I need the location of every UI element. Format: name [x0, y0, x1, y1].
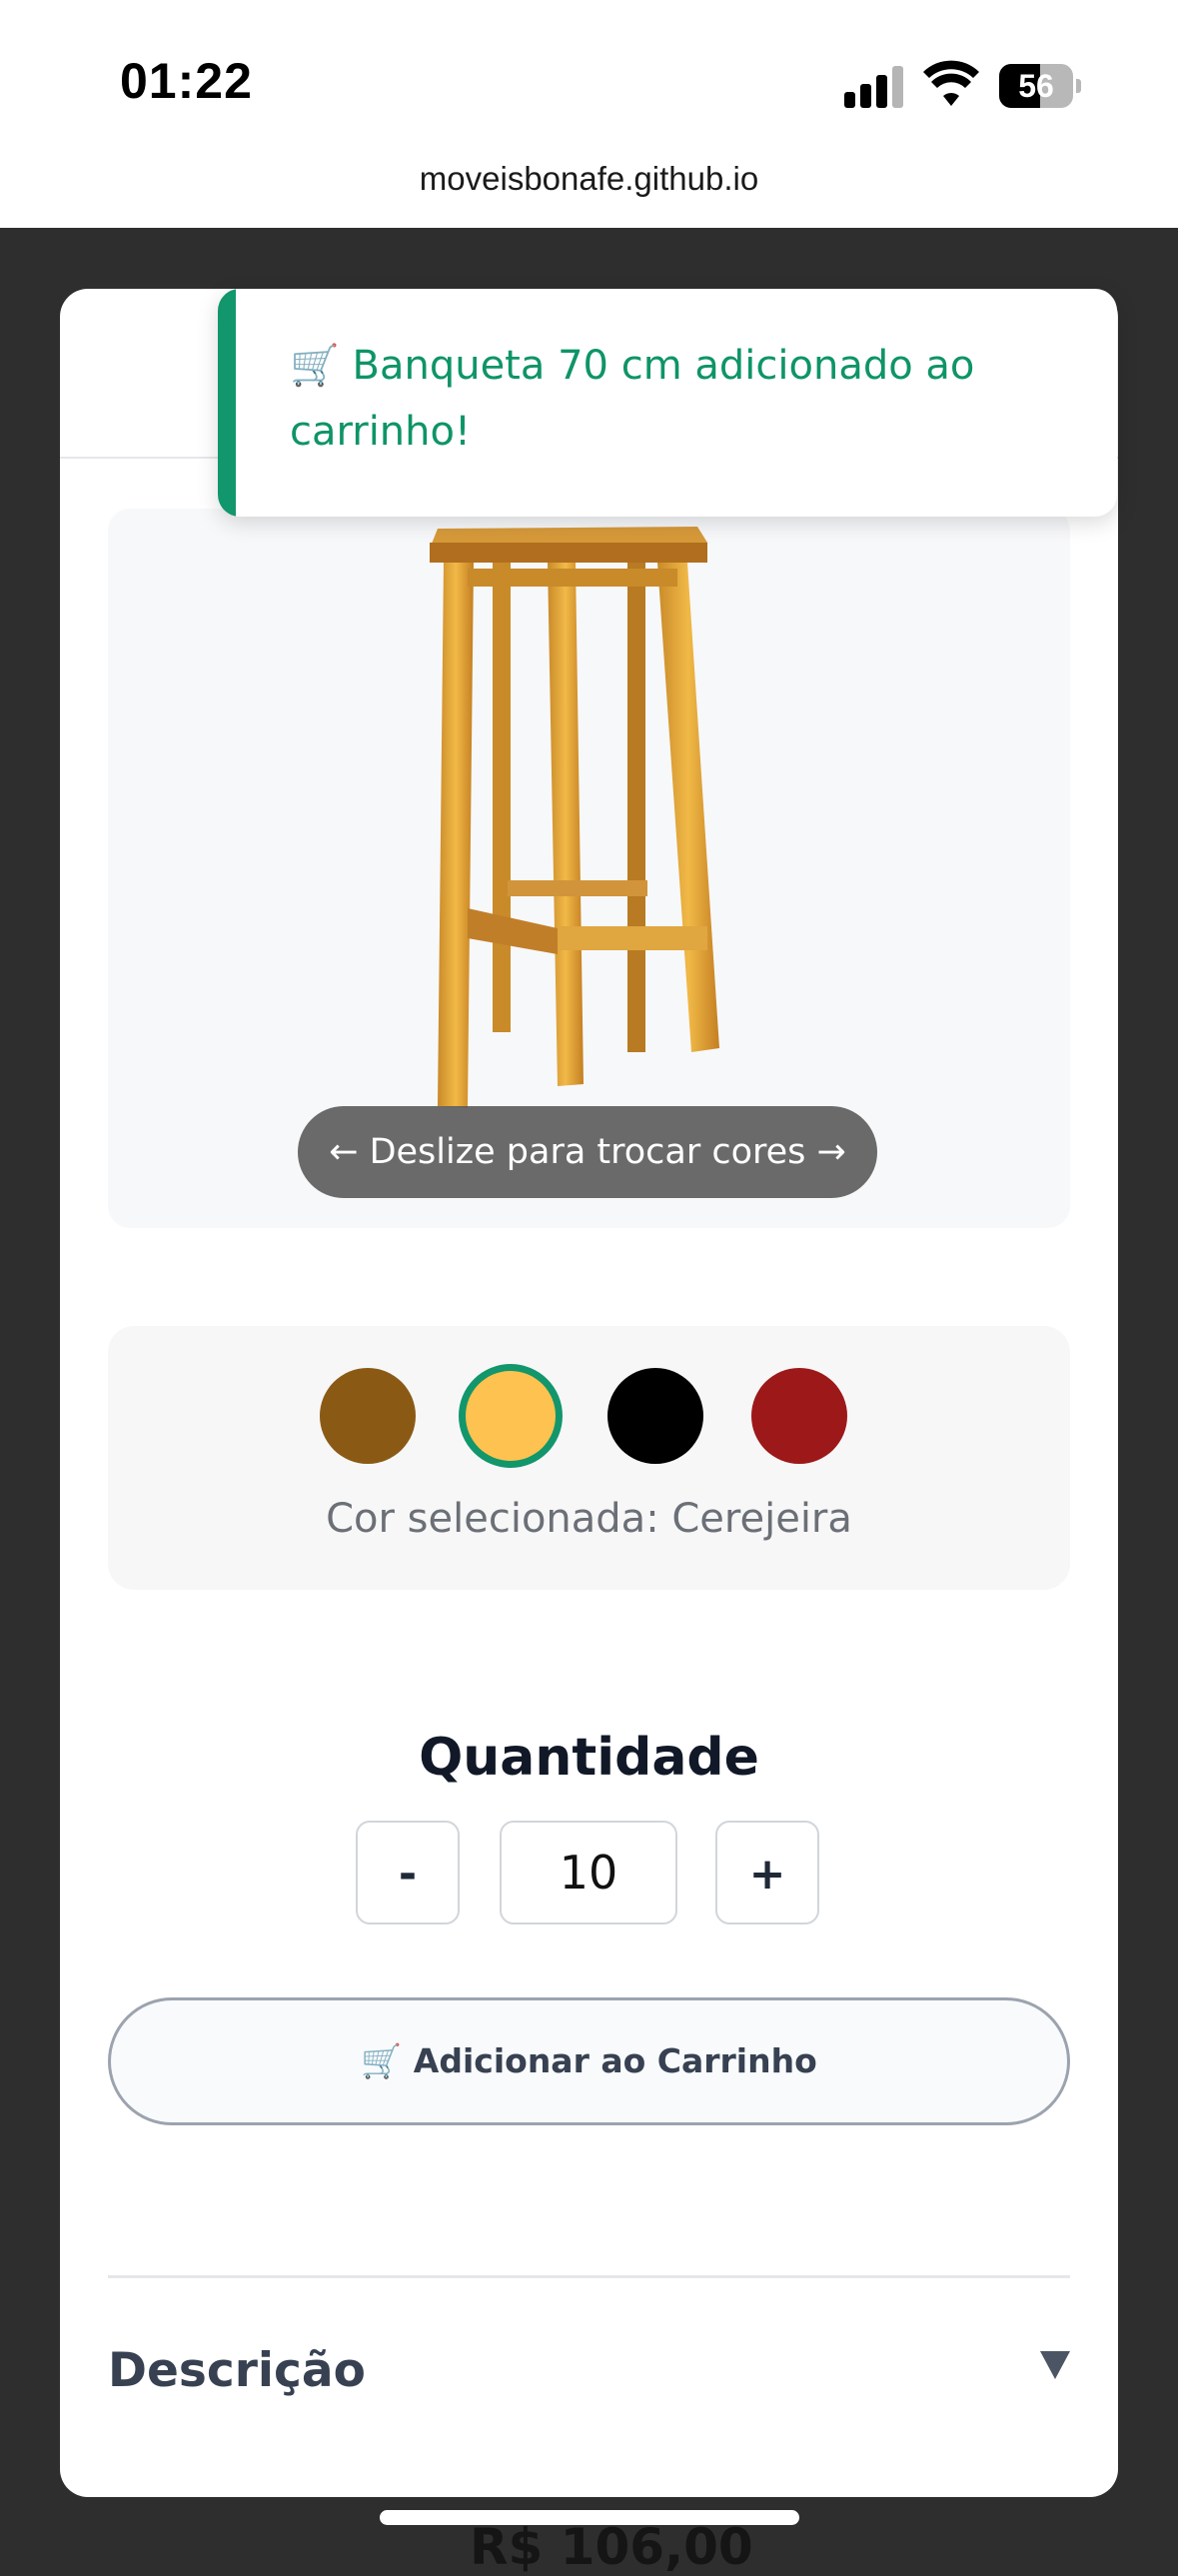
wifi-icon	[923, 60, 979, 106]
address-bar-url[interactable]: moveisbonafe.github.io	[0, 160, 1178, 198]
chevron-down-icon[interactable]	[1040, 2351, 1070, 2379]
quantity-title: Quantidade	[419, 1728, 759, 1788]
toast-message: 🛒 Banqueta 70 cm adicionado ao carrinho!	[290, 343, 975, 455]
battery-icon: 56	[999, 64, 1081, 108]
status-bar: 01:22 56 moveisbonafe.github.io	[0, 0, 1178, 228]
quantity-increase-button[interactable]: +	[715, 1821, 819, 1925]
selected-color-label: Cor selecionada: Cerejeira	[326, 1496, 852, 1542]
toast-accent-bar	[218, 289, 236, 517]
color-selector: Cor selecionada: Cerejeira	[108, 1326, 1070, 1590]
color-swatch-cerejeira[interactable]	[466, 1371, 556, 1461]
section-divider	[108, 2275, 1070, 2278]
color-swatch-black[interactable]	[607, 1368, 703, 1464]
home-indicator	[380, 2510, 799, 2525]
product-modal: ← Deslize para trocar cores → Cor seleci…	[60, 289, 1118, 2497]
stool-product-image	[430, 527, 719, 1108]
quantity-decrease-button[interactable]: -	[356, 1821, 460, 1925]
battery-level: 56	[1018, 68, 1054, 104]
add-to-cart-button[interactable]: 🛒 Adicionar ao Carrinho	[108, 1997, 1070, 2125]
quantity-input[interactable]: 10	[500, 1821, 677, 1925]
color-swatch-brown[interactable]	[320, 1368, 416, 1464]
product-image-carousel[interactable]: ← Deslize para trocar cores →	[108, 509, 1070, 1228]
swipe-hint: ← Deslize para trocar cores →	[298, 1106, 877, 1198]
background-price: R$ 106,00	[470, 2518, 753, 2576]
description-toggle-label[interactable]: Descrição	[108, 2343, 366, 2398]
cart-toast-notification: 🛒 Banqueta 70 cm adicionado ao carrinho!	[218, 289, 1117, 517]
cellular-signal-icon	[844, 66, 904, 108]
color-swatch-red[interactable]	[751, 1368, 847, 1464]
clock: 01:22	[120, 53, 253, 109]
